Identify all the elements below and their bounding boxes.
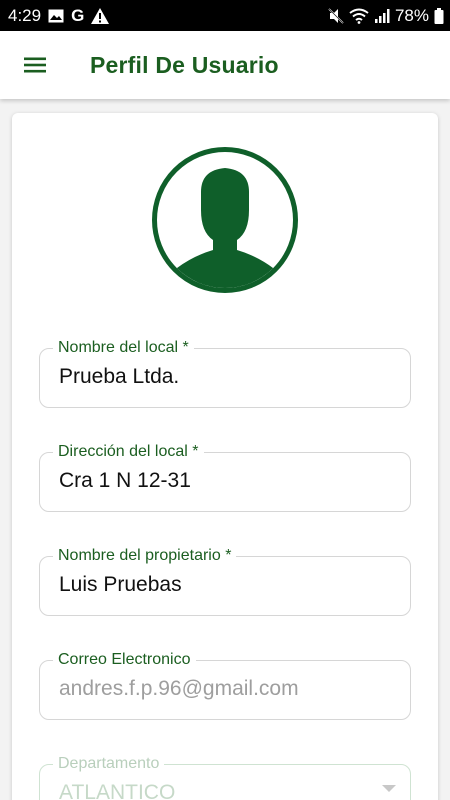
page-title: Perfil De Usuario bbox=[90, 51, 279, 78]
mute-icon bbox=[328, 7, 344, 24]
departamento-select[interactable]: Departamento bbox=[39, 755, 411, 800]
correo-electronico-input bbox=[59, 677, 389, 701]
nombre-propietario-input[interactable] bbox=[59, 573, 389, 597]
departamento-value[interactable] bbox=[59, 781, 389, 800]
profile-card: Nombre del local * Dirección del local *… bbox=[12, 113, 438, 800]
correo-electronico-field: Correo Electronico bbox=[39, 651, 411, 720]
dropdown-arrow-icon[interactable] bbox=[382, 785, 396, 792]
status-bar: 4:29 G 78% bbox=[0, 0, 450, 31]
status-time: 4:29 bbox=[8, 5, 42, 25]
direccion-local-input[interactable] bbox=[59, 469, 389, 493]
nombre-propietario-field[interactable]: Nombre del propietario * bbox=[39, 547, 411, 616]
signal-icon bbox=[374, 8, 390, 23]
user-avatar-icon[interactable] bbox=[152, 147, 298, 293]
direccion-local-field[interactable]: Dirección del local * bbox=[39, 443, 411, 512]
direccion-local-label: Dirección del local * bbox=[53, 443, 204, 461]
battery-percentage: 78% bbox=[394, 5, 429, 25]
nombre-local-input[interactable] bbox=[59, 365, 389, 389]
status-left: 4:29 G bbox=[8, 5, 110, 26]
status-right: 78% bbox=[328, 6, 444, 26]
nombre-local-label: Nombre del local * bbox=[53, 339, 194, 357]
nombre-propietario-label: Nombre del propietario * bbox=[53, 547, 237, 565]
correo-electronico-label: Correo Electronico bbox=[53, 651, 196, 669]
warning-icon bbox=[91, 7, 110, 24]
app-bar: Perfil De Usuario bbox=[0, 31, 450, 99]
content-area: Nombre del local * Dirección del local *… bbox=[0, 99, 450, 800]
image-icon bbox=[48, 9, 64, 23]
google-g-icon: G bbox=[71, 5, 85, 25]
wifi-icon bbox=[349, 8, 369, 24]
hamburger-menu-icon[interactable] bbox=[0, 31, 70, 99]
nombre-local-field[interactable]: Nombre del local * bbox=[39, 339, 411, 408]
battery-icon bbox=[434, 7, 444, 24]
departamento-label: Departamento bbox=[53, 755, 165, 773]
